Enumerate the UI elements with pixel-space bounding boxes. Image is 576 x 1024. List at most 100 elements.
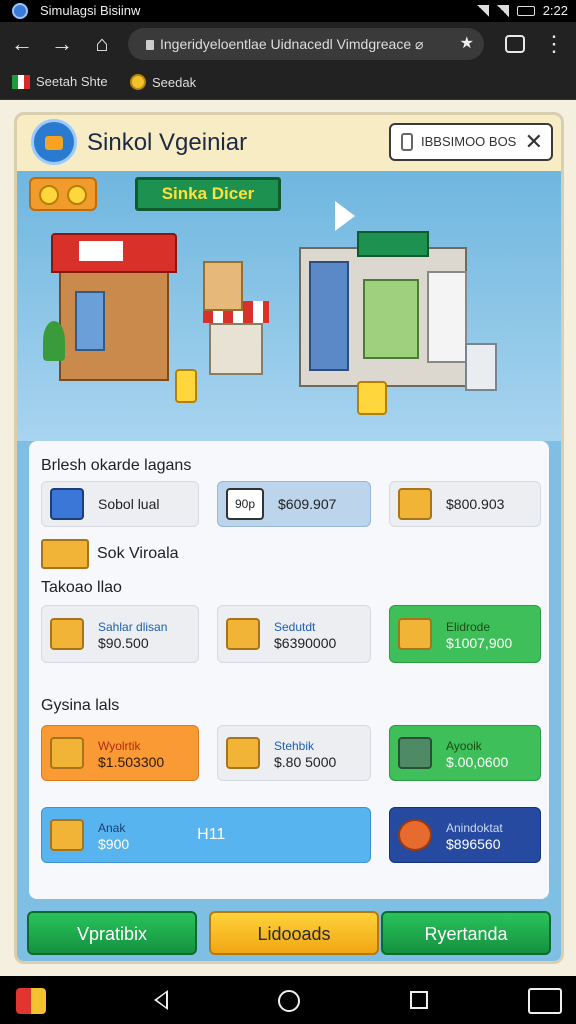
item-price: $896560: [446, 835, 501, 852]
notification-title: Simulagsi Bisiinw: [40, 3, 141, 18]
cooler-unit: [427, 271, 467, 363]
bookmark-item[interactable]: Seedak: [130, 74, 196, 90]
back-icon[interactable]: [154, 990, 168, 1010]
shop-item[interactable]: $800.903: [389, 481, 541, 527]
item-extra: H11: [197, 826, 226, 843]
rewards-button[interactable]: Ryertanda: [381, 911, 551, 955]
game-frame: Sinkol Vgeiniar IBBSIMOO BOS ✕ Sinka Dic…: [14, 112, 564, 964]
coin-stack-icon: [357, 381, 387, 415]
coin-stack-icon: [175, 369, 197, 403]
recents-icon[interactable]: [410, 991, 428, 1009]
item-price: $90.500: [98, 634, 149, 651]
clock: 2:22: [542, 3, 568, 18]
item-name: Elidrode: [446, 619, 491, 634]
keyboard-icon[interactable]: [528, 988, 562, 1014]
book-icon: [50, 488, 84, 520]
forward-arrow-icon[interactable]: →: [48, 30, 76, 58]
shop-item[interactable]: Sobol lual: [41, 481, 199, 527]
bookmark-item[interactable]: Seetah Shte: [12, 74, 108, 89]
item-name: Stehbik: [274, 738, 315, 753]
item-price: $800.903: [446, 496, 505, 512]
shop-item-wide[interactable]: Anak $900 H11: [41, 807, 371, 863]
flag-icon: [12, 74, 30, 89]
shelf-illustration: [203, 261, 243, 311]
shop-window: [75, 291, 105, 351]
basket-icon: [398, 737, 432, 769]
upgrade-button[interactable]: Vpratibix: [27, 911, 197, 955]
item-price: $.00,0600: [446, 753, 509, 770]
hero-scene: Sinka Dicer: [17, 171, 561, 441]
tab-switcher-icon[interactable]: [505, 35, 525, 53]
item-price: $900: [98, 835, 130, 852]
item-name: Anindoktat: [446, 820, 503, 835]
item-price: $6390000: [274, 634, 337, 651]
section-heading: Sok Viroala: [97, 545, 179, 562]
app-notification-icon: [12, 3, 28, 19]
signal-icon: [476, 4, 489, 17]
store-sign: Sinka Dicer: [135, 177, 281, 211]
shop-logo-icon: [31, 119, 77, 165]
coin-icon: [67, 185, 87, 205]
box-icon: [50, 819, 84, 851]
bookmark-label: Seetah Shte: [36, 74, 108, 89]
plant-icon: [43, 321, 65, 361]
shop-item[interactable]: Elidrode $1007,900: [389, 605, 541, 663]
status-bar: Simulagsi Bisiinw 2:22: [0, 0, 576, 22]
overflow-menu-icon[interactable]: ⋮: [540, 30, 568, 58]
parcel-icon: [226, 618, 260, 650]
wifi-icon: [496, 4, 509, 17]
home-icon[interactable]: ⌂: [88, 30, 116, 58]
fridge-display: [363, 279, 419, 359]
system-nav-bar: [0, 976, 576, 1024]
shop-item[interactable]: Stehbik $.80 5000: [217, 725, 371, 781]
shop-item[interactable]: Sedutdt $6390000: [217, 605, 371, 663]
shop-item[interactable]: Sahlar dlisan $90.500: [41, 605, 199, 663]
box-icon: [398, 488, 432, 520]
item-price: $.80 5000: [274, 753, 337, 770]
clipboard-icon: [401, 133, 413, 151]
bookmarks-bar: Seetah Shte Seedak: [0, 66, 576, 100]
shop-item[interactable]: Ayooik $.00,0600: [389, 725, 541, 781]
game-header: Sinkol Vgeiniar IBBSIMOO BOS ✕: [17, 115, 561, 171]
url-text: Ingeridyeloentlae Uidnacedl Vimdgreace ⌀: [160, 36, 424, 52]
coin-icon: [39, 185, 59, 205]
search-panel[interactable]: IBBSIMOO BOS ✕: [389, 123, 553, 161]
coin-icon: [130, 74, 146, 90]
bowl-icon: [398, 819, 432, 851]
shop-item[interactable]: 90p $609.907: [217, 481, 371, 527]
item-name: Ayooik: [446, 738, 482, 753]
item-name: Sobol lual: [98, 496, 160, 512]
app-shortcut-icon[interactable]: [16, 988, 46, 1014]
section-heading: Brlesh okarde lagans: [41, 457, 192, 474]
shop-item[interactable]: Wyolrtik $1.503300: [41, 725, 199, 781]
price-tag-icon: 90p: [226, 488, 264, 520]
back-arrow-icon[interactable]: ←: [8, 30, 36, 58]
downloads-button[interactable]: Lidooads: [209, 911, 379, 955]
refrigerator-icon: [465, 343, 497, 391]
status-icons: 2:22: [476, 3, 568, 18]
shop-sign: [79, 241, 123, 261]
coin-counter[interactable]: [29, 177, 97, 211]
crate-icon: [41, 539, 89, 569]
item-price: $1.503300: [98, 753, 165, 770]
item-price: $1007,900: [446, 634, 513, 651]
section-heading: Takoao llao: [41, 579, 122, 596]
close-icon[interactable]: ✕: [525, 125, 543, 159]
web-page: Sinkol Vgeiniar IBBSIMOO BOS ✕ Sinka Dic…: [0, 100, 576, 976]
home-icon[interactable]: [278, 990, 300, 1012]
shop-item[interactable]: Anindoktat $896560: [389, 807, 541, 863]
item-price: $609.907: [278, 496, 337, 512]
game-title: Sinkol Vgeiniar: [87, 129, 248, 156]
box-icon: [398, 618, 432, 650]
item-name: Sahlar dlisan: [98, 619, 168, 634]
bookmark-star-icon[interactable]: ★: [460, 28, 474, 60]
crate-icon: [50, 618, 84, 650]
lock-icon: [146, 40, 154, 50]
shelf-unit: [309, 261, 349, 371]
url-bar[interactable]: Ingeridyeloentlae Uidnacedl Vimdgreace ⌀…: [128, 28, 484, 60]
section-heading: Gysina lals: [41, 697, 120, 714]
box-icon: [50, 737, 84, 769]
item-name: Sedutdt: [274, 619, 316, 634]
bookmark-label: Seedak: [152, 74, 197, 90]
battery-icon: [516, 5, 535, 16]
